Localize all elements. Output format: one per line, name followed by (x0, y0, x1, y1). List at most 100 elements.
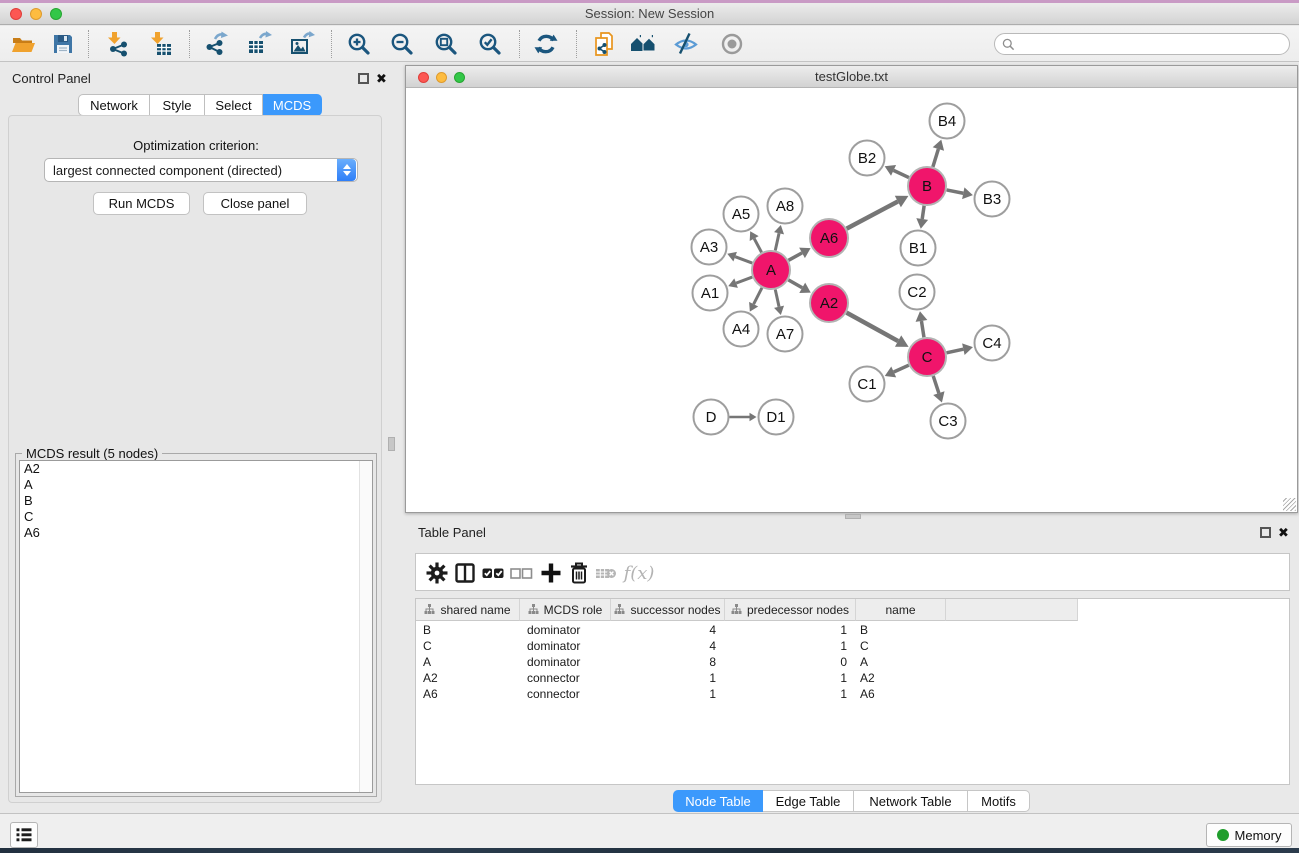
column-header-shared-name[interactable]: shared name (416, 599, 520, 621)
graph-edge-A-A6[interactable] (789, 253, 803, 260)
open-session-button[interactable] (10, 31, 36, 57)
graph-edge-arrowhead (916, 311, 928, 322)
graph-edge-A6-B[interactable] (847, 201, 898, 228)
column-header-mcds-role[interactable]: MCDS role (520, 599, 611, 621)
attribute-tree-icon (614, 604, 625, 615)
application-window: Session: New Session (0, 0, 1299, 853)
column-header-predecessor-nodes[interactable]: predecessor nodes (725, 599, 856, 621)
table-panel-float-button[interactable] (1260, 527, 1271, 538)
eye-slash-icon (673, 31, 699, 57)
import-table-button[interactable] (147, 31, 173, 57)
table-row[interactable]: Bdominator41B (416, 622, 1275, 638)
control-panel-float-button[interactable] (358, 73, 369, 84)
open-ndex-button[interactable] (592, 31, 618, 57)
tab-node-table[interactable]: Node Table (673, 790, 763, 812)
attribute-tree-icon (528, 604, 539, 615)
table-row[interactable]: A2connector11A2 (416, 670, 1275, 686)
table-panel-close-button[interactable]: ✖ (1278, 527, 1289, 538)
column-header-name[interactable]: name (856, 599, 946, 621)
table-row[interactable]: Adominator80A (416, 654, 1275, 670)
zoom-in-button[interactable] (346, 31, 372, 57)
home-button[interactable] (630, 31, 656, 57)
tab-mcds[interactable]: MCDS (263, 94, 322, 116)
mcds-list-scrollbar[interactable] (359, 461, 372, 792)
graph-node-label: B1 (909, 240, 927, 257)
export-image-button[interactable] (289, 31, 315, 57)
tab-motifs[interactable]: Motifs (968, 790, 1030, 812)
graph-edge-A-A8[interactable] (775, 233, 779, 250)
tab-style[interactable]: Style (150, 94, 205, 116)
node-table: shared name MCDS role successor nodes pr… (415, 598, 1290, 785)
mcds-result-item[interactable]: B (20, 493, 372, 509)
network-canvas[interactable]: B4B2BB3A8A5A6B1A3AC2A1A2A4A7C4CC1DD1C3 (406, 88, 1297, 512)
graph-edge-A-A5[interactable] (754, 239, 761, 253)
graph-edge-C-C4[interactable] (947, 349, 964, 353)
import-network-button[interactable] (104, 31, 130, 57)
export-table-button[interactable] (246, 31, 272, 57)
graph-edge-A-A7[interactable] (775, 290, 779, 307)
table-options-button[interactable] (424, 560, 450, 586)
window-resize-grip[interactable] (1283, 498, 1296, 511)
save-session-button[interactable] (50, 31, 76, 57)
graph-edge-C-C3[interactable] (933, 376, 939, 393)
zoom-out-button[interactable] (389, 31, 415, 57)
close-window-button[interactable] (10, 8, 22, 20)
network-minimize-button[interactable] (436, 72, 447, 83)
tab-network-table[interactable]: Network Table (854, 790, 968, 812)
network-graph[interactable]: B4B2BB3A8A5A6B1A3AC2A1A2A4A7C4CC1DD1C3 (406, 88, 1297, 512)
delete-columns-button[interactable] (566, 560, 592, 586)
close-panel-button[interactable]: Close panel (203, 192, 307, 215)
hide-selected-button[interactable] (673, 31, 699, 57)
show-all-button[interactable] (719, 31, 745, 57)
graph-edge-A-A4[interactable] (754, 288, 762, 304)
zoom-out-icon (389, 31, 415, 57)
zoom-selected-button[interactable] (477, 31, 503, 57)
ndex-document-icon (592, 31, 618, 57)
tab-edge-table[interactable]: Edge Table (763, 790, 854, 812)
refresh-button[interactable] (533, 31, 559, 57)
column-header-successor-nodes[interactable]: successor nodes (611, 599, 725, 621)
minimize-window-button[interactable] (30, 8, 42, 20)
graph-edge-A-A3[interactable] (735, 257, 752, 263)
graph-edge-C-C1[interactable] (894, 365, 909, 372)
select-all-columns-button[interactable] (480, 560, 506, 586)
tab-select[interactable]: Select (205, 94, 263, 116)
table-row[interactable]: Cdominator41C (416, 638, 1275, 654)
table-cell: 1 (725, 670, 856, 686)
search-field[interactable] (994, 33, 1290, 55)
graph-edge-C-C2[interactable] (921, 321, 924, 337)
graph-edge-B-B4[interactable] (933, 149, 939, 167)
export-network-button[interactable] (203, 31, 229, 57)
task-history-button[interactable] (10, 822, 38, 848)
horizontal-splitter-handle[interactable] (845, 514, 861, 519)
mcds-result-list[interactable]: A2ABCA6 (19, 460, 373, 793)
zoom-window-button[interactable] (50, 8, 62, 20)
graph-edge-B-B1[interactable] (922, 206, 924, 219)
zoom-fit-button[interactable] (433, 31, 459, 57)
graph-edge-A2-C[interactable] (847, 313, 899, 341)
network-close-button[interactable] (418, 72, 429, 83)
tab-network[interactable]: Network (78, 94, 150, 116)
create-column-button[interactable] (538, 560, 564, 586)
control-panel-close-button[interactable]: ✖ (376, 73, 387, 84)
mcds-result-item[interactable]: A (20, 477, 372, 493)
mcds-result-item[interactable]: A6 (20, 525, 372, 541)
graph-edge-A-A2[interactable] (788, 280, 802, 288)
network-window-titlebar[interactable]: testGlobe.txt (406, 66, 1297, 88)
table-row[interactable]: A6connector11A6 (416, 686, 1275, 702)
vertical-splitter-handle[interactable] (388, 437, 395, 451)
criterion-dropdown[interactable]: largest connected component (directed) (44, 158, 358, 182)
search-input[interactable] (1019, 36, 1289, 52)
memory-button[interactable]: Memory (1206, 823, 1292, 847)
graph-edge-B-B3[interactable] (947, 190, 964, 193)
unselect-all-columns-button[interactable] (508, 560, 534, 586)
delete-table-button[interactable] (593, 560, 619, 586)
network-zoom-button[interactable] (454, 72, 465, 83)
mcds-result-item[interactable]: C (20, 509, 372, 525)
mcds-result-item[interactable]: A2 (20, 461, 372, 477)
function-builder-button[interactable]: f(x) (622, 560, 656, 586)
graph-edge-A-A1[interactable] (736, 277, 752, 283)
show-columns-button[interactable] (452, 560, 478, 586)
run-mcds-button[interactable]: Run MCDS (93, 192, 190, 215)
graph-edge-B-B2[interactable] (894, 170, 909, 177)
